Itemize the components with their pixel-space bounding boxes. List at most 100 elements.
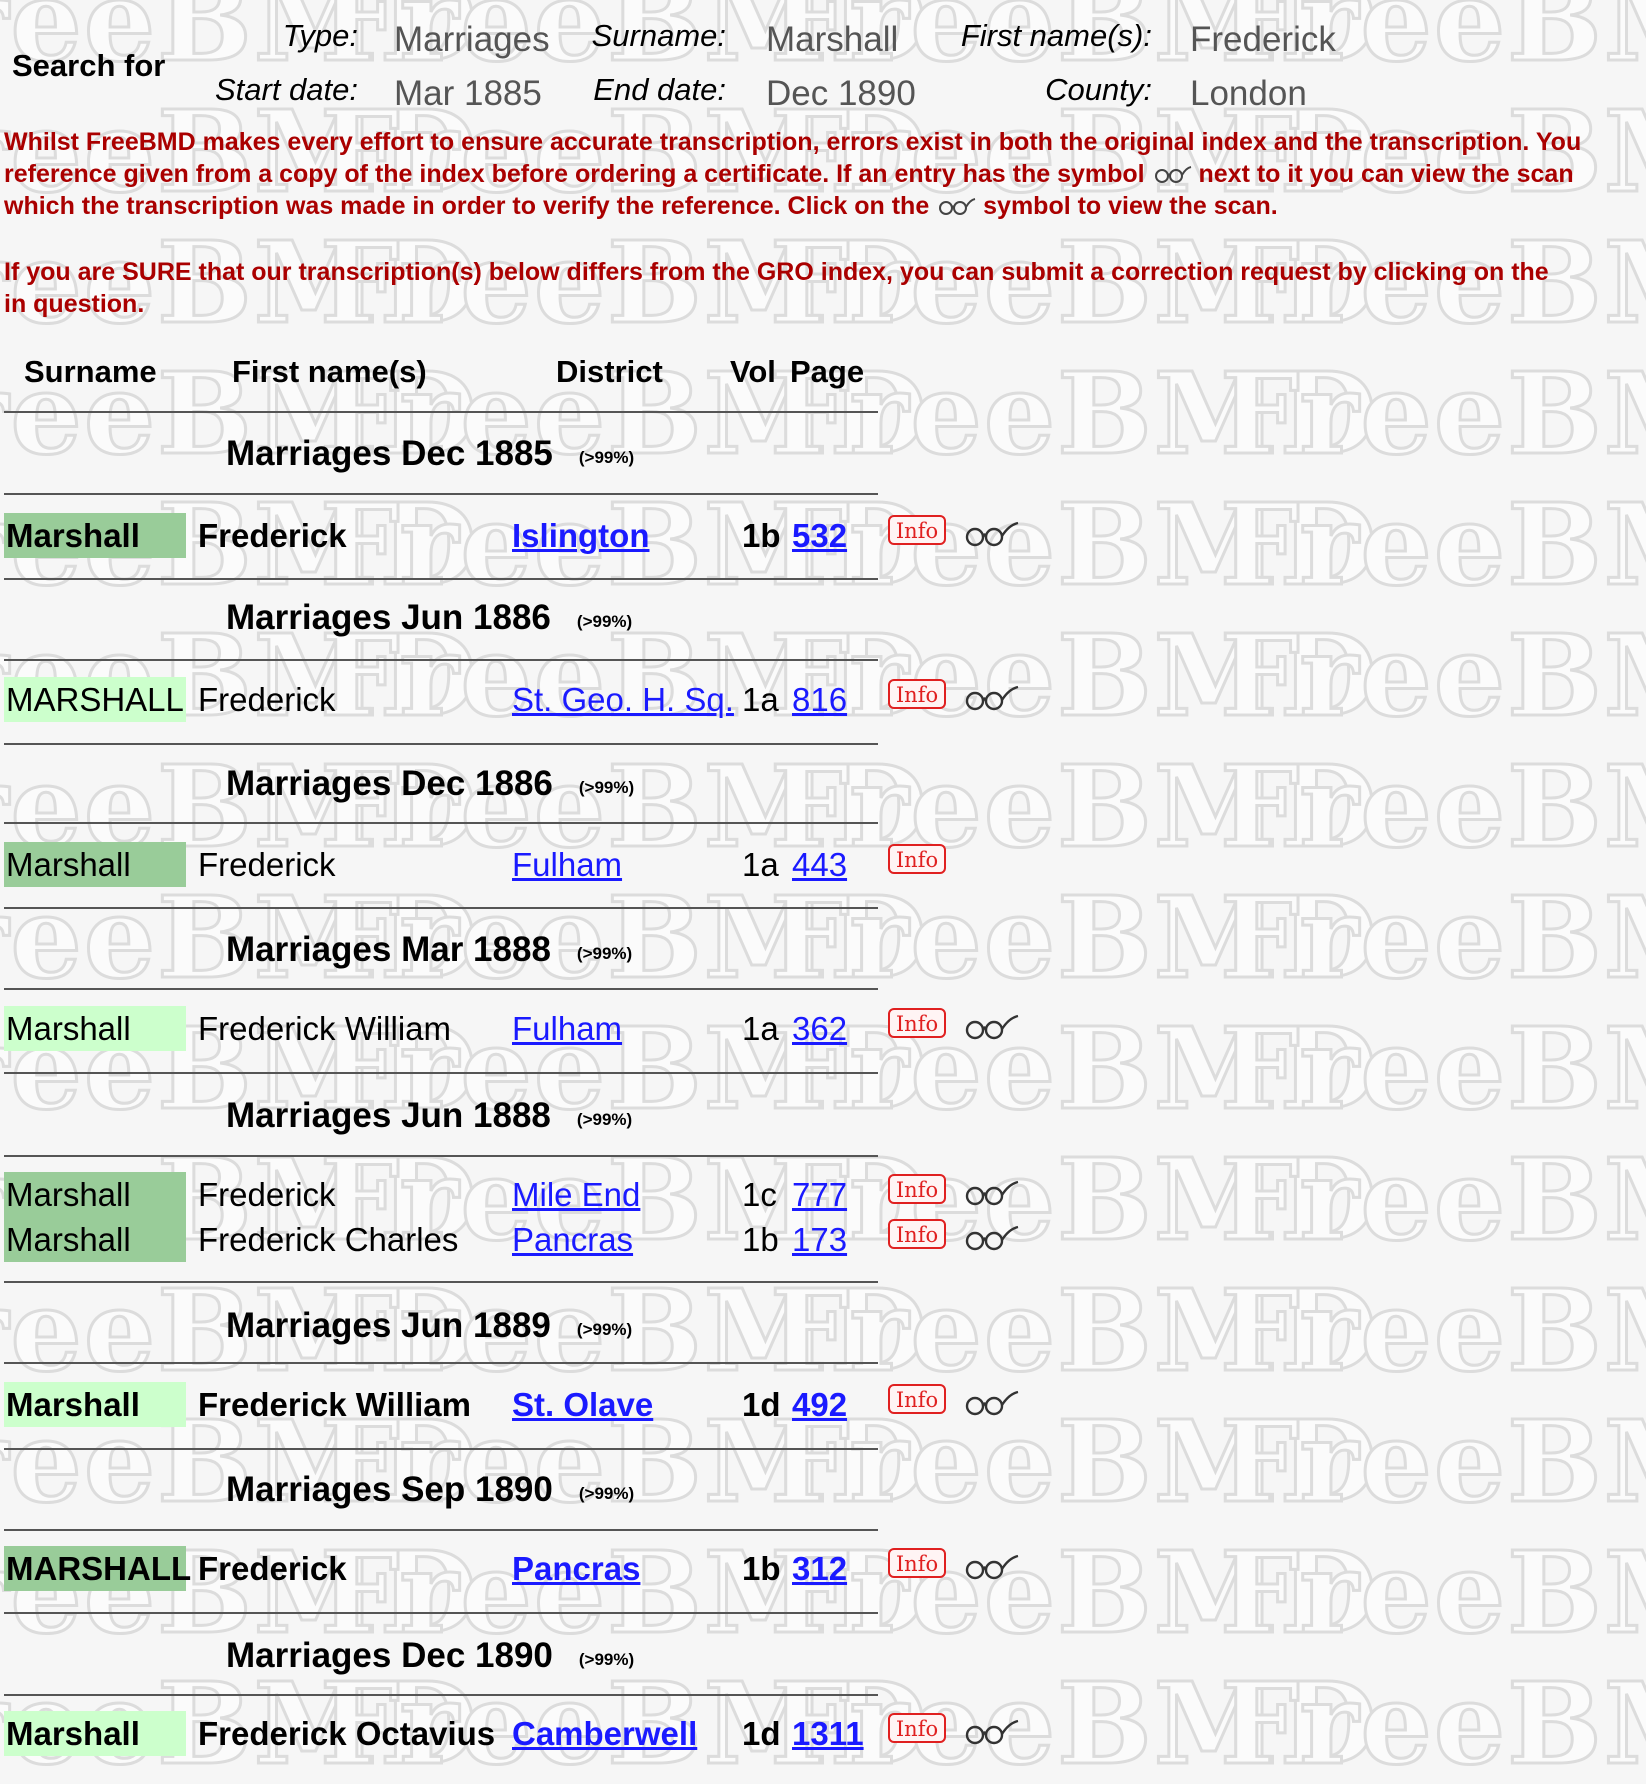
view-scan-spectacles-icon[interactable]	[962, 683, 1020, 713]
table-divider	[4, 493, 878, 495]
surname-cell: MARSHALL	[4, 677, 186, 722]
table-row: MARSHALL Frederick St. Geo. H. Sq. 1a 816 Inf…	[0, 677, 1646, 722]
spectacles-icon	[1154, 166, 1191, 183]
district-link[interactable]: Islington	[512, 513, 649, 558]
first-names-cell: Frederick William	[198, 1010, 452, 1047]
view-scan-spectacles-icon[interactable]	[962, 1552, 1020, 1582]
quarter-heading: Marriages Jun 1888 (>99%)	[226, 1096, 632, 1136]
info-button[interactable]: Info	[888, 679, 946, 709]
disclaimer-fragment: which the transcription was made in orde…	[4, 192, 930, 220]
quarter-title: Marriages Dec 1885	[226, 434, 553, 473]
view-scan-spectacles-icon[interactable]	[962, 1223, 1020, 1253]
view-scan-spectacles-icon[interactable]	[962, 1012, 1020, 1042]
view-scan-spectacles-icon[interactable]	[962, 1388, 1020, 1418]
table-divider	[4, 1448, 878, 1450]
county-value: London	[1190, 74, 1307, 113]
quarter-title: Marriages Jun 1886	[226, 598, 551, 637]
surname-cell: Marshall	[4, 1382, 186, 1427]
surname-cell: Marshall	[4, 842, 186, 887]
table-row: Marshall Frederick Islington 1b 532 Info	[0, 513, 1646, 558]
confidence-label: (>99%)	[576, 1320, 633, 1339]
district-link[interactable]: Camberwell	[512, 1711, 697, 1756]
page-link[interactable]: 492	[792, 1382, 847, 1427]
page-link[interactable]: 816	[792, 677, 847, 722]
first-names-cell: Frederick Charles	[198, 1221, 459, 1258]
district-link[interactable]: Mile End	[512, 1172, 640, 1217]
disclaimer-line: in question.	[4, 290, 145, 318]
disclaimer-line: If you are SURE that our transcription(s…	[4, 258, 1549, 286]
table-divider	[4, 1612, 878, 1614]
table-row: Marshall Frederick Charles Pancras 1b 173 Inf…	[0, 1217, 1646, 1262]
table-divider	[4, 1362, 878, 1364]
surname-cell: Marshall	[4, 1711, 186, 1756]
quarter-title: Marriages Dec 1890	[226, 1636, 553, 1675]
confidence-label: (>99%)	[578, 1484, 635, 1503]
quarter-heading: Marriages Jun 1889 (>99%)	[226, 1306, 632, 1346]
info-button[interactable]: Info	[888, 1548, 946, 1578]
confidence-label: (>99%)	[578, 448, 635, 467]
surname-value: Marshall	[766, 20, 899, 59]
district-link[interactable]: Pancras	[512, 1217, 633, 1262]
page-link[interactable]: 312	[792, 1546, 847, 1591]
page-link[interactable]: 532	[792, 513, 847, 558]
search-for-heading: Search for	[12, 48, 166, 83]
vol-cell: 1b	[742, 1221, 779, 1258]
district-link[interactable]: Pancras	[512, 1546, 640, 1591]
view-scan-spectacles-icon[interactable]	[962, 519, 1020, 549]
vol-cell: 1b	[742, 1550, 781, 1587]
quarter-heading: Marriages Mar 1888 (>99%)	[226, 930, 632, 970]
info-button[interactable]: Info	[888, 1713, 946, 1743]
first-names-cell: Frederick William	[198, 1386, 471, 1423]
district-link[interactable]: St. Olave	[512, 1382, 653, 1427]
confidence-label: (>99%)	[578, 778, 635, 797]
quarter-heading: Marriages Dec 1886 (>99%)	[226, 764, 634, 804]
info-button[interactable]: Info	[888, 1219, 946, 1249]
info-button[interactable]: Info	[888, 1008, 946, 1038]
view-scan-spectacles-icon[interactable]	[962, 1178, 1020, 1208]
disclaimer-text: Whilst FreeBMD makes every effort to ens…	[4, 126, 1644, 222]
vol-cell: 1d	[742, 1386, 781, 1423]
vol-cell: 1b	[742, 517, 781, 554]
district-link[interactable]: Fulham	[512, 1006, 622, 1051]
disclaimer-line: Whilst FreeBMD makes every effort to ens…	[4, 128, 1582, 156]
district-link[interactable]: Fulham	[512, 842, 622, 887]
column-header-surname: Surname	[24, 354, 157, 389]
table-row: MARSHALL Frederick Pancras 1b 312 Info	[0, 1546, 1646, 1591]
table-row: Marshall Frederick Fulham 1a 443 Info	[0, 842, 1646, 887]
page-link[interactable]: 777	[792, 1172, 847, 1217]
district-link[interactable]: St. Geo. H. Sq.	[512, 677, 734, 722]
disclaimer-line: which the transcription was made in orde…	[4, 190, 1644, 222]
page-link[interactable]: 362	[792, 1006, 847, 1051]
confidence-label: (>99%)	[578, 1650, 635, 1669]
table-divider	[4, 659, 878, 661]
surname-label: Surname:	[591, 18, 726, 53]
page-link[interactable]: 1311	[792, 1711, 864, 1756]
info-button[interactable]: Info	[888, 844, 946, 874]
table-divider	[4, 1281, 878, 1283]
page-link[interactable]: 173	[792, 1217, 847, 1262]
view-scan-spectacles-icon[interactable]	[962, 1717, 1020, 1747]
column-header-district: District	[556, 354, 663, 389]
quarter-title: Marriages Mar 1888	[226, 930, 551, 969]
info-button[interactable]: Info	[888, 1174, 946, 1204]
info-button[interactable]: Info	[888, 1384, 946, 1414]
first-names-cell: Frederick Octavius	[198, 1715, 496, 1752]
disclaimer-fragment: symbol to view the scan.	[983, 192, 1278, 220]
page-link[interactable]: 443	[792, 842, 847, 887]
first-names-cell: Frederick	[198, 846, 336, 883]
vol-cell: 1c	[742, 1176, 777, 1213]
info-button[interactable]: Info	[888, 515, 946, 545]
first-names-cell: Frederick	[198, 517, 347, 554]
surname-cell: MARSHALL	[4, 1546, 191, 1591]
table-row: Marshall Frederick William St. Olave 1d 492 I…	[0, 1382, 1646, 1427]
table-divider	[4, 907, 878, 909]
column-header-first-names: First name(s)	[232, 354, 427, 389]
table-row: Marshall Frederick William Fulham 1a 362 Info	[0, 1006, 1646, 1051]
quarter-heading: Marriages Dec 1890 (>99%)	[226, 1636, 634, 1676]
disclaimer-fragment: next to it you can view the scan	[1198, 160, 1574, 188]
confidence-label: (>99%)	[576, 944, 633, 963]
quarter-title: Marriages Jun 1889	[226, 1306, 551, 1345]
end-date-label: End date:	[593, 72, 726, 107]
vol-cell: 1a	[742, 846, 779, 883]
disclaimer-line: reference given from a copy of the index…	[4, 158, 1644, 190]
